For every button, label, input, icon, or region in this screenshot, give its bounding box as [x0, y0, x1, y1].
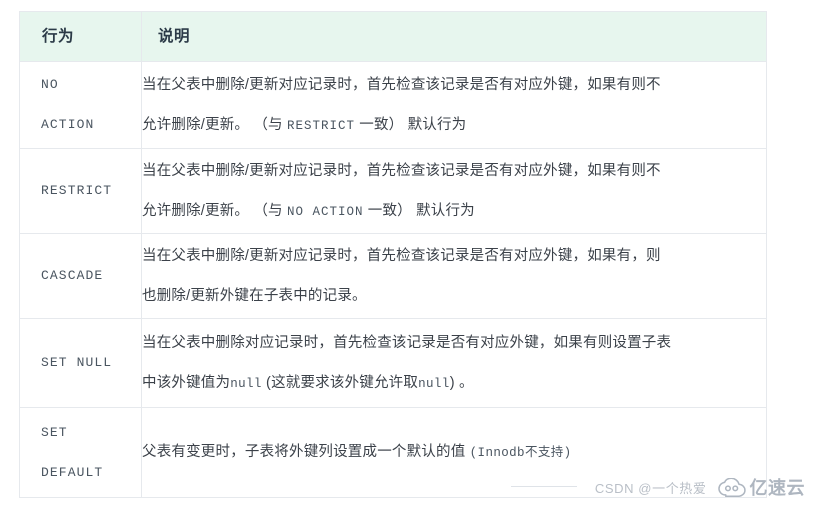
action-code-line2: DEFAULT — [41, 464, 104, 480]
cell-action-cascade: CASCADE — [19, 233, 142, 319]
watermark-rule — [511, 486, 577, 487]
table-header: 行为 说明 — [19, 11, 767, 62]
cell-action-restrict: RESTRICT — [19, 148, 142, 234]
action-code-line1: SET NULL — [41, 355, 113, 370]
description-line-1: 当在父表中删除/更新对应记录时，首先检查该记录是否有对应外键，如果有，则 — [142, 248, 661, 264]
description-text-c: ) 。 — [449, 374, 474, 391]
foreign-key-actions-table: 行为 说明 NO ACTION 当在父表中删除/更新对应记录时，首先检查该记录是… — [19, 11, 767, 498]
inline-code-null-1: null — [230, 376, 262, 391]
inline-code-no-action: NO ACTION — [287, 204, 364, 219]
description-text-b: 一致） 默认行为 — [363, 202, 475, 219]
table-row: SET DEFAULT 父表有变更时，子表将外键列设置成一个默认的值 (Inno… — [19, 407, 767, 498]
page-root: 行为 说明 NO ACTION 当在父表中删除/更新对应记录时，首先检查该记录是… — [0, 0, 813, 508]
inline-code-innodb-unsupported: (Innodb不支持) — [469, 446, 572, 460]
description-text-a: 父表有变更时，子表将外键列设置成一个默认的值 — [142, 444, 470, 460]
cell-action-set-null: SET NULL — [19, 318, 142, 408]
action-code-line1: RESTRICT — [41, 183, 113, 198]
column-header-action-label: 行为 — [42, 28, 75, 45]
description-text-b: (这就要求该外键允许取 — [261, 374, 419, 391]
description-line-1: 当在父表中删除/更新对应记录时，首先检查该记录是否有对应外键，如果有则不 — [142, 162, 661, 179]
description-line-2: 允许删除/更新。 （与 NO ACTION 一致） 默认行为 — [142, 191, 766, 232]
cell-description-no-action: 当在父表中删除/更新对应记录时，首先检查该记录是否有对应外键，如果有则不 允许删… — [141, 61, 767, 149]
foreign-key-actions-table-wrapper: 行为 说明 NO ACTION 当在父表中删除/更新对应记录时，首先检查该记录是… — [19, 11, 767, 498]
table-row: NO ACTION 当在父表中删除/更新对应记录时，首先检查该记录是否有对应外键… — [19, 61, 767, 149]
table-body: NO ACTION 当在父表中删除/更新对应记录时，首先检查该记录是否有对应外键… — [19, 61, 767, 498]
description-text-a: 中该外键值为 — [142, 374, 231, 391]
action-code-line1: CASCADE — [41, 268, 104, 283]
inline-code-null-2: null — [418, 376, 450, 391]
description-line-2: 中该外键值为null (这就要求该外键允许取null) 。 — [142, 363, 766, 404]
description-line-2: 允许删除/更新。 （与 RESTRICT 一致） 默认行为 — [142, 105, 766, 146]
cell-description-cascade: 当在父表中删除/更新对应记录时，首先检查该记录是否有对应外键，如果有，则 也删除… — [141, 233, 767, 319]
description-text-a: 允许删除/更新。 （与 — [142, 202, 287, 219]
description-text-b: 一致） 默认行为 — [355, 116, 467, 133]
cell-action-no-action: NO ACTION — [19, 61, 142, 149]
cell-description-restrict: 当在父表中删除/更新对应记录时，首先检查该记录是否有对应外键，如果有则不 允许删… — [141, 148, 767, 234]
description-text-a: 允许删除/更新。 （与 — [142, 116, 287, 133]
cell-description-set-default: 父表有变更时，子表将外键列设置成一个默认的值 (Innodb不支持) — [141, 407, 767, 498]
column-header-description: 说明 — [141, 11, 767, 62]
description-line-1: 父表有变更时，子表将外键列设置成一个默认的值 (Innodb不支持) — [142, 408, 766, 497]
cell-description-set-null: 当在父表中删除对应记录时，首先检查该记录是否有对应外键，如果有则设置子表 中该外… — [141, 318, 767, 408]
table-header-row: 行为 说明 — [19, 11, 767, 62]
description-line-2: 也删除/更新外键在子表中的记录。 — [142, 288, 367, 304]
table-row: RESTRICT 当在父表中删除/更新对应记录时，首先检查该记录是否有对应外键，… — [19, 148, 767, 234]
inline-code-restrict: RESTRICT — [287, 118, 356, 133]
action-code-line2: ACTION — [41, 117, 95, 132]
column-header-description-label: 说明 — [158, 28, 191, 45]
column-header-action: 行为 — [19, 11, 142, 62]
action-code-line1: SET — [41, 424, 68, 440]
description-line-1: 当在父表中删除/更新对应记录时，首先检查该记录是否有对应外键，如果有则不 — [142, 76, 661, 93]
table-row: SET NULL 当在父表中删除对应记录时，首先检查该记录是否有对应外键，如果有… — [19, 318, 767, 408]
cell-action-set-default: SET DEFAULT — [19, 407, 142, 498]
table-row: CASCADE 当在父表中删除/更新对应记录时，首先检查该记录是否有对应外键，如… — [19, 233, 767, 319]
action-code-line1: NO — [41, 77, 59, 92]
description-line-1: 当在父表中删除对应记录时，首先检查该记录是否有对应外键，如果有则设置子表 — [142, 334, 672, 351]
